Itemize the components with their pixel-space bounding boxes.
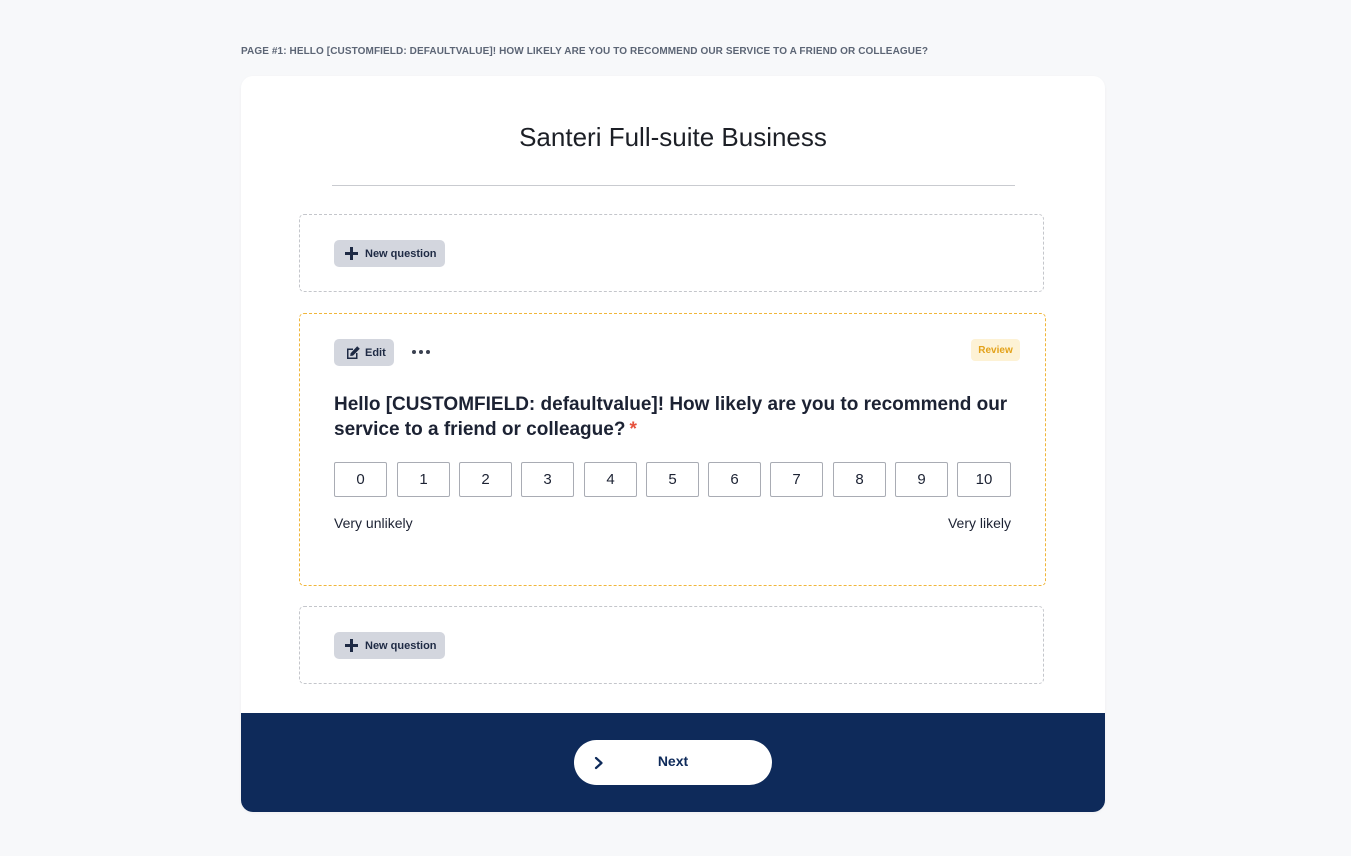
plus-icon: [345, 247, 358, 260]
scale-high-label: Very likely: [947, 515, 1011, 531]
scale-option-6[interactable]: 6: [708, 462, 761, 497]
scale-option-7[interactable]: 7: [770, 462, 823, 497]
question-block[interactable]: Edit Review Hello [CUSTOMFIELD: defaultv…: [299, 313, 1046, 586]
scale-option-9[interactable]: 9: [895, 462, 948, 497]
plus-icon: [345, 639, 358, 652]
survey-card: Santeri Full-suite Business New question…: [241, 76, 1105, 812]
edit-icon: [347, 345, 360, 359]
new-question-label: New question: [365, 639, 437, 652]
required-marker: *: [629, 419, 637, 440]
new-question-button-bottom[interactable]: New question: [334, 632, 445, 659]
scale-option-4[interactable]: 4: [584, 462, 637, 497]
new-question-button-top[interactable]: New question: [334, 240, 445, 267]
question-label: Hello [CUSTOMFIELD: defaultvalue]! How l…: [334, 394, 1008, 440]
scale-option-0[interactable]: 0: [334, 462, 387, 497]
scale-option-10[interactable]: 10: [957, 462, 1011, 497]
scale-low-label: Very unlikely: [334, 515, 413, 531]
new-question-slot-bottom: New question: [299, 606, 1044, 684]
footer-bar: Next: [241, 713, 1105, 812]
review-badge: Review: [971, 339, 1020, 361]
edit-label: Edit: [365, 346, 386, 359]
scale-option-5[interactable]: 5: [646, 462, 699, 497]
more-options-icon[interactable]: [412, 344, 430, 360]
nps-scale: 0 1 2 3 4 5 6 7 8 9 10: [334, 462, 1011, 497]
page-label: PAGE #1: HELLO [CUSTOMFIELD: DEFAULTVALU…: [241, 46, 929, 57]
scale-option-3[interactable]: 3: [521, 462, 574, 497]
new-question-slot-top: New question: [299, 214, 1044, 292]
survey-title: Santeri Full-suite Business: [519, 122, 827, 152]
next-button[interactable]: Next: [574, 740, 772, 785]
title-divider: [332, 185, 1015, 186]
next-label: Next: [657, 753, 689, 769]
question-text: Hello [CUSTOMFIELD: defaultvalue]! How l…: [334, 392, 1024, 442]
edit-button[interactable]: Edit: [334, 339, 394, 366]
scale-option-1[interactable]: 1: [397, 462, 450, 497]
scale-option-2[interactable]: 2: [459, 462, 512, 497]
scale-option-8[interactable]: 8: [833, 462, 886, 497]
new-question-label: New question: [365, 247, 437, 260]
